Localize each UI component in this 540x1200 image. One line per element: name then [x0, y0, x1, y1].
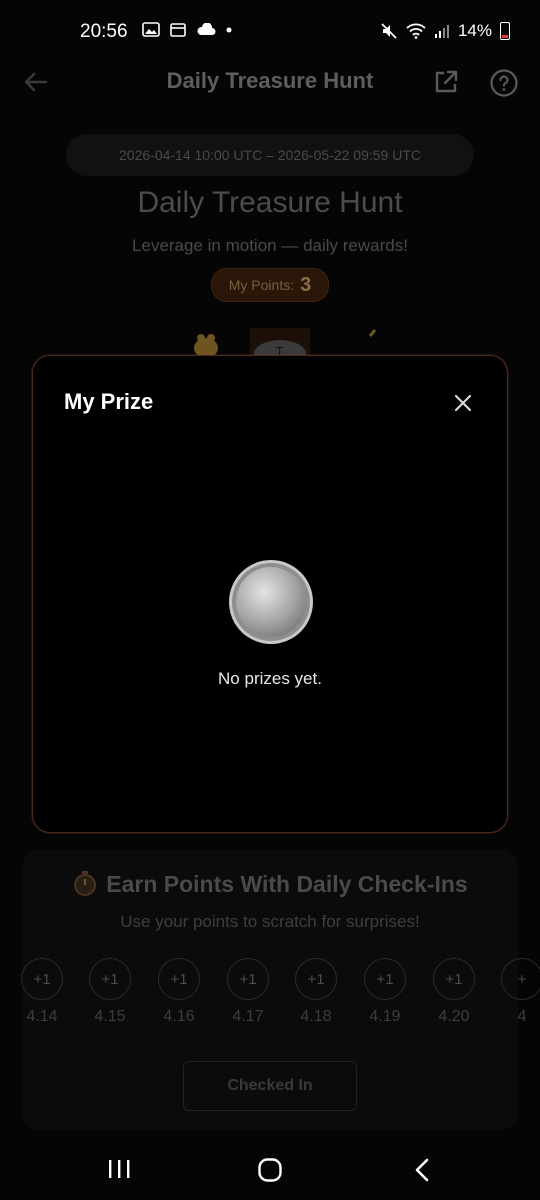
- close-icon[interactable]: [451, 391, 475, 415]
- day-date: 4.16: [163, 1008, 195, 1025]
- earn-title: Earn Points With Daily Check-Ins: [22, 870, 518, 898]
- checkin-day: +1 4.16: [157, 958, 201, 1026]
- top-bar: Daily Treasure Hunt: [0, 64, 540, 102]
- day-date: 4.18: [300, 1008, 332, 1025]
- day-date: 4.17: [232, 1008, 264, 1025]
- help-icon[interactable]: [489, 68, 519, 98]
- day-reward: +1: [89, 958, 131, 1000]
- checked-in-button[interactable]: Checked In: [183, 1061, 357, 1111]
- earn-title-text: Earn Points With Daily Check-Ins: [106, 871, 468, 897]
- day-date: 4.20: [438, 1008, 470, 1025]
- cloud-icon: [197, 23, 216, 35]
- daily-checkin-card: Earn Points With Daily Check-Ins Use you…: [20, 850, 540, 1130]
- nav-back-icon[interactable]: [412, 1157, 432, 1183]
- my-prize-modal: My Prize No prizes yet.: [32, 355, 508, 833]
- stopwatch-icon: [74, 871, 97, 896]
- checkin-day: +1 4.15: [88, 958, 132, 1026]
- day-reward: +1: [433, 958, 475, 1000]
- checkin-day: +1 4.14: [20, 958, 64, 1026]
- wifi-icon: [406, 23, 426, 39]
- checkin-days: +1 4.14 +1 4.15 +1 4.16 +1 4.17 +1 4.18 +1 4.1…: [20, 958, 540, 1038]
- checkin-day: +1 4.18: [294, 958, 338, 1026]
- day-reward: +1: [364, 958, 406, 1000]
- share-icon[interactable]: [432, 68, 460, 96]
- day-reward: +1: [21, 958, 63, 1000]
- system-nav-bar: [0, 1144, 540, 1200]
- my-points-badge: My Points: 3: [211, 268, 329, 302]
- day-date: 4.15: [94, 1008, 126, 1025]
- recent-apps-icon[interactable]: [106, 1158, 132, 1180]
- status-right: 14%: [380, 21, 510, 41]
- points-label: My Points:: [228, 277, 295, 293]
- calendar-icon: [170, 23, 186, 37]
- points-value: 3: [300, 273, 312, 296]
- day-reward: +: [501, 958, 540, 1000]
- status-bar: 20:56 14%: [0, 0, 540, 64]
- day-reward: +1: [158, 958, 200, 1000]
- checkin-day: +1 4.17: [226, 958, 270, 1026]
- day-date: 4.14: [26, 1008, 58, 1025]
- event-date-range: 2026-04-14 10:00 UTC – 2026-05-22 09:59 …: [66, 134, 474, 176]
- status-left-icons: [142, 22, 232, 37]
- earn-subtitle: Use your points to scratch for surprises…: [120, 912, 420, 931]
- mute-icon: [381, 23, 397, 39]
- day-date: 4.19: [369, 1008, 401, 1025]
- gallery-icon: [142, 22, 160, 37]
- checkin-day: +1 4.20: [432, 958, 476, 1026]
- home-icon[interactable]: [257, 1157, 283, 1183]
- empty-coin-icon: [229, 560, 313, 644]
- checkin-day: +4: [500, 958, 540, 1026]
- day-reward: +1: [295, 958, 337, 1000]
- day-reward: +1: [227, 958, 269, 1000]
- event-subtitle: Leverage in motion — daily rewards!: [132, 236, 408, 255]
- battery-percent: 14%: [457, 21, 492, 40]
- signal-icon: [434, 25, 449, 38]
- empty-state-text: No prizes yet.: [218, 669, 322, 688]
- day-date: 4: [517, 1008, 527, 1025]
- status-time: 20:56: [80, 21, 128, 42]
- modal-title: My Prize: [64, 389, 154, 414]
- battery-icon: [500, 22, 510, 40]
- dot-icon: [226, 27, 232, 32]
- checkin-day: +1 4.19: [363, 958, 407, 1026]
- event-title: Daily Treasure Hunt: [137, 186, 403, 219]
